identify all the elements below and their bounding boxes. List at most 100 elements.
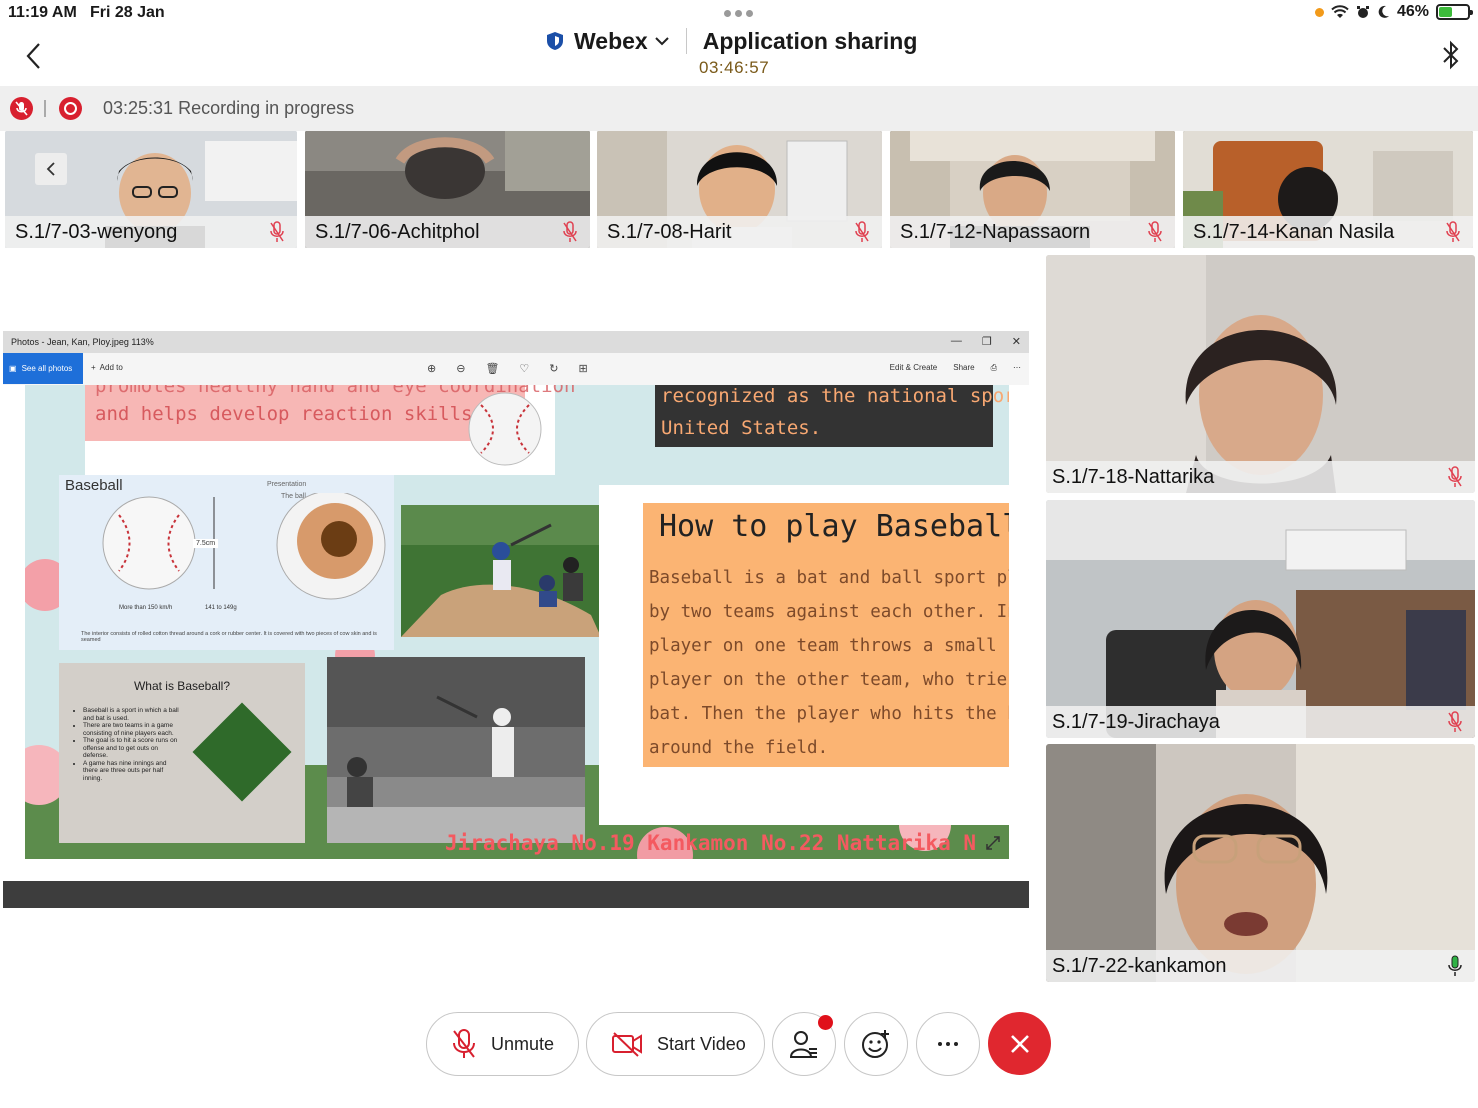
start-video-button[interactable]: Start Video bbox=[586, 1012, 765, 1076]
list-item: A game has nine innings and there are th… bbox=[83, 760, 183, 783]
multitasking-dots[interactable] bbox=[724, 10, 753, 17]
participant-name: S.1/7-19-Jirachaya bbox=[1052, 711, 1220, 733]
participant-tile[interactable]: S.1/7-08-Harit bbox=[597, 131, 882, 248]
participant-video-tile[interactable]: S.1/7-18-Nattarika bbox=[1046, 255, 1475, 493]
slide-intro-highlight: promotes healthy hand and eye coordinati… bbox=[85, 385, 575, 441]
add-to-label: Add to bbox=[99, 363, 123, 372]
slide-intro-line2: and helps develop reaction skills. bbox=[95, 403, 484, 425]
webex-dropdown[interactable]: Webex bbox=[574, 28, 648, 55]
mic-in-use-indicator bbox=[1314, 7, 1324, 17]
what-is-baseball-card: What is Baseball? Baseball is a sport in… bbox=[59, 663, 305, 843]
see-all-label: See all photos bbox=[21, 364, 73, 373]
meeting-header: Webex Application sharing 03:46:57 bbox=[0, 26, 1478, 86]
mic-off-icon bbox=[15, 101, 28, 116]
back-button[interactable] bbox=[18, 40, 48, 72]
how-to-play-line: player on one team throws a small round … bbox=[649, 636, 1009, 656]
photos-window-title-bar: Photos - Jean, Kan, Ploy.jpeg 113% — ❐ ✕ bbox=[3, 331, 1029, 353]
vintage-batter-photo bbox=[327, 657, 585, 843]
slide-image: promotes healthy hand and eye coordinati… bbox=[25, 385, 1009, 859]
list-item: Baseball is a sport in which a ball and … bbox=[83, 707, 183, 722]
more-options-button[interactable] bbox=[916, 1012, 980, 1076]
meeting-title: Webex Application sharing bbox=[546, 26, 917, 56]
mic-off-icon bbox=[1448, 466, 1462, 487]
what-is-baseball-title: What is Baseball? bbox=[133, 679, 231, 693]
meeting-timer: 03:46:57 bbox=[699, 58, 770, 77]
slide-national-line2: United States. bbox=[661, 417, 822, 439]
baseball-ball-card: Baseball Presentation The ball 7.5cm Mor… bbox=[59, 475, 394, 650]
participant-tile[interactable]: S.1/7-03-wenyong bbox=[5, 131, 297, 248]
mic-off-icon bbox=[453, 1029, 475, 1058]
edit-create-label: Edit & Create bbox=[889, 363, 938, 372]
list-item: There are two teams in a game consisting… bbox=[83, 722, 183, 737]
how-to-play-line: bat. Then the player who hits the ball h… bbox=[649, 704, 1009, 724]
strip-back-button[interactable] bbox=[35, 153, 67, 185]
how-to-play-line: player on the other team, who tries to h… bbox=[649, 670, 1009, 690]
participant-name: S.1/7-08-Harit bbox=[607, 221, 732, 243]
mic-on-icon bbox=[1448, 955, 1462, 976]
participant-video-tile[interactable]: S.1/7-19-Jirachaya bbox=[1046, 500, 1475, 738]
wifi-icon bbox=[1331, 5, 1349, 18]
heart-icon: ♡ bbox=[519, 363, 530, 375]
baseball-label: Baseball bbox=[65, 477, 123, 494]
participant-name: S.1/7-22-kankamon bbox=[1052, 955, 1227, 977]
see-all-photos-button: ▣ See all photos bbox=[3, 353, 83, 384]
page-title: Application sharing bbox=[702, 27, 918, 54]
minimize-icon: — bbox=[950, 335, 962, 347]
leave-meeting-button[interactable] bbox=[988, 1012, 1051, 1075]
video-off-icon bbox=[612, 1032, 642, 1057]
mic-muted-indicator bbox=[10, 97, 33, 120]
title-divider bbox=[685, 28, 687, 54]
add-to-button: + Add to bbox=[91, 363, 123, 372]
ball-caption: The interior consists of rolled cotton t… bbox=[81, 631, 377, 643]
shield-icon bbox=[547, 32, 563, 50]
battery-fill bbox=[1439, 7, 1452, 17]
record-icon[interactable] bbox=[59, 97, 82, 120]
participant-video bbox=[1046, 255, 1475, 493]
participant-tile[interactable]: S.1/7-14-Kanan Nasila bbox=[1183, 131, 1473, 248]
participant-tile[interactable]: S.1/7-12-Napassaorn bbox=[890, 131, 1175, 248]
recording-bar: 03:25:31 Recording in progress bbox=[0, 86, 1478, 131]
close-icon bbox=[1010, 1034, 1029, 1053]
print-icon: ⎙ bbox=[990, 363, 997, 372]
window-controls: — ❐ ✕ bbox=[951, 335, 1021, 348]
list-item: The goal is to hit a score runs on offen… bbox=[83, 737, 183, 760]
presentation-label: Presentation bbox=[267, 481, 307, 488]
participant-name: S.1/7-06-Achitphol bbox=[315, 221, 480, 243]
photo-right-tools: Edit & Create Share ⎙ ⋯ bbox=[890, 363, 1021, 373]
participant-video-tile[interactable]: S.1/7-22-kankamon bbox=[1046, 744, 1475, 982]
reactions-button[interactable] bbox=[844, 1012, 908, 1076]
unmute-button[interactable]: Unmute bbox=[426, 1012, 579, 1076]
mic-off-icon bbox=[1446, 221, 1460, 242]
how-to-play-line: Baseball is a bat and ball sport played … bbox=[649, 568, 1009, 588]
shared-screen[interactable]: Photos - Jean, Kan, Ploy.jpeg 113% — ❐ ✕… bbox=[3, 331, 1029, 908]
batter-image bbox=[401, 505, 601, 637]
bluetooth-icon[interactable] bbox=[1440, 40, 1462, 70]
rotate-icon: ↻ bbox=[549, 363, 559, 375]
ball-diagram bbox=[102, 493, 386, 600]
unmute-label: Unmute bbox=[491, 1033, 555, 1054]
chevron-down-icon[interactable] bbox=[654, 36, 670, 46]
chevron-left-icon bbox=[46, 162, 55, 176]
mic-off-icon bbox=[855, 221, 869, 242]
status-right: 46% bbox=[1314, 3, 1473, 21]
chevron-left-icon bbox=[26, 43, 40, 69]
participant-strip[interactable]: S.1/7-03-wenyong S.1/7-06-Achitphol S.1/… bbox=[0, 131, 1478, 249]
mic-off-icon bbox=[1148, 221, 1162, 242]
recording-status: 03:25:31 Recording in progress bbox=[103, 98, 355, 118]
battery-icon bbox=[1436, 4, 1473, 20]
start-video-label: Start Video bbox=[657, 1033, 746, 1054]
photos-window-title: Photos - Jean, Kan, Ploy.jpeg 113% bbox=[11, 337, 154, 347]
participant-tile[interactable]: S.1/7-06-Achitphol bbox=[305, 131, 590, 248]
photo-tool-icons: ⊕ ⊖ 🗑 ♡ ↻ ⊞ bbox=[427, 362, 588, 375]
zoom-in-icon: ⊕ bbox=[427, 363, 437, 375]
how-to-play-panel: How to play Baseball ? Baseball is a bat… bbox=[643, 503, 1009, 767]
ball-weight-label: 141 to 149g bbox=[205, 605, 237, 611]
participant-name: S.1/7-14-Kanan Nasila bbox=[1193, 221, 1395, 243]
baseball-game-photo bbox=[401, 505, 601, 637]
emoji-add-icon bbox=[862, 1030, 889, 1058]
notification-badge bbox=[818, 1015, 833, 1030]
how-to-play-body: Baseball is a bat and ball sport played … bbox=[649, 561, 1009, 765]
how-to-play-line: by two teams against each other. In base… bbox=[649, 602, 1009, 622]
baseball-field-diagram bbox=[192, 702, 292, 802]
baseball-image bbox=[468, 392, 542, 466]
